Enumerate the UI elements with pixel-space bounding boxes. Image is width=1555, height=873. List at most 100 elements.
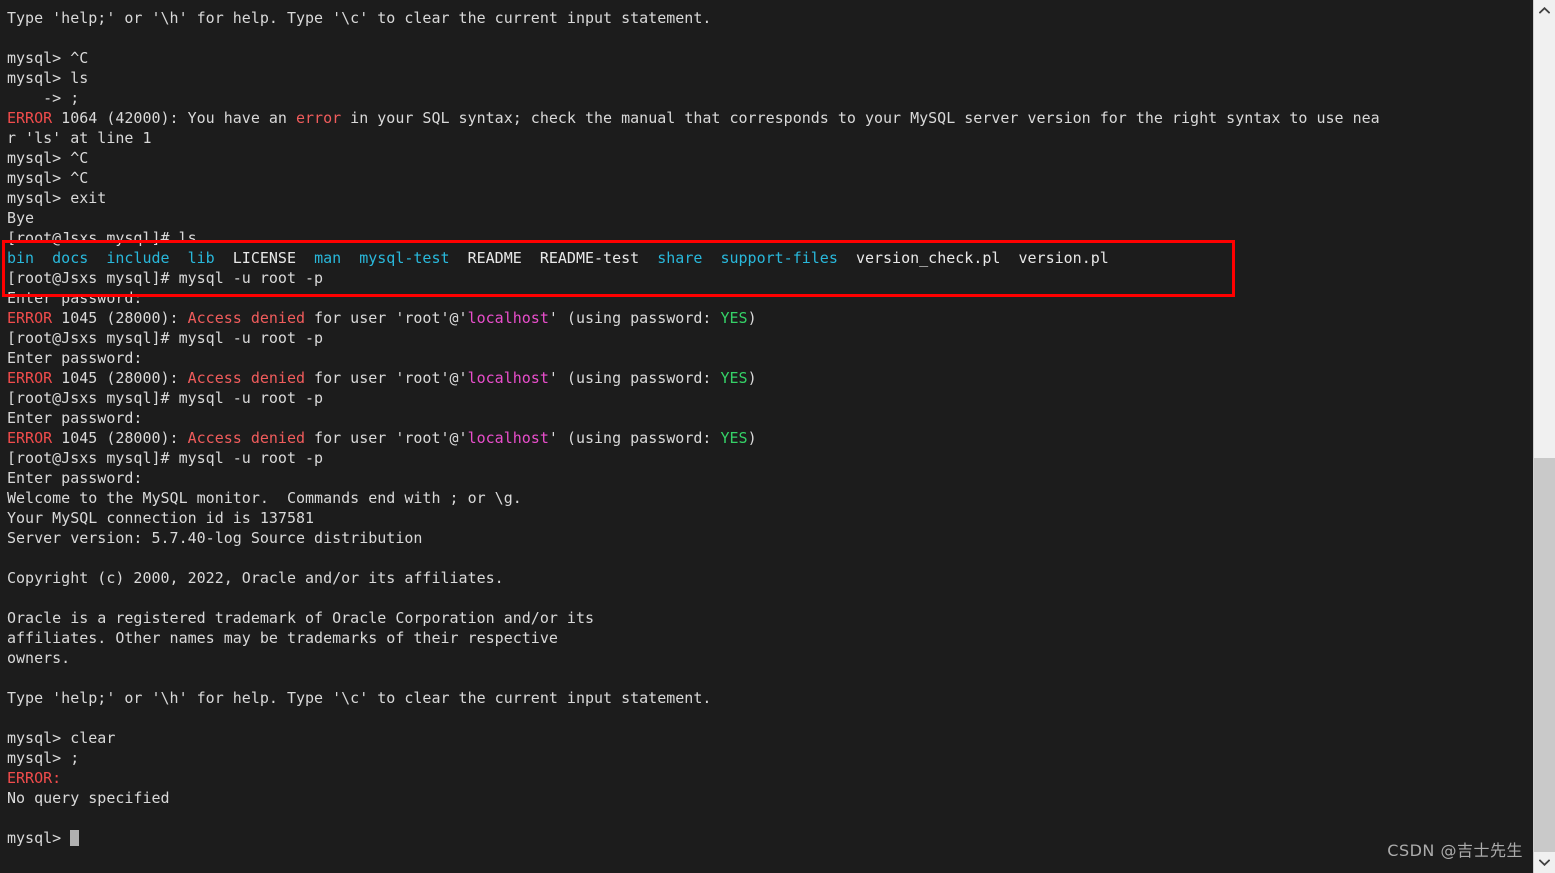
terminal-line: [root@Jsxs mysql]# mysql -u root -p [7, 328, 1533, 348]
terminal-text: ERROR [7, 369, 53, 387]
terminal-text: LICENSE [232, 249, 296, 267]
terminal-text: [root@Jsxs mysql]# mysql -u root -p [7, 329, 324, 347]
csdn-watermark: CSDN @吉士先生 [1387, 841, 1523, 860]
terminal-line: mysql> ^C [7, 48, 1533, 68]
terminal-text: 1064 (42000): You have an [52, 109, 296, 127]
terminal-text: ERROR [7, 309, 53, 327]
terminal-text: ' (using password: [548, 429, 721, 447]
terminal-text: localhost [467, 309, 549, 327]
terminal-text: Enter password: [7, 469, 143, 487]
scroll-down-arrow-icon[interactable] [1534, 852, 1555, 873]
terminal-text: Enter password: [7, 289, 143, 307]
terminal-line: [root@Jsxs mysql]# ls [7, 228, 1533, 248]
scrollbar-track[interactable] [1534, 21, 1555, 852]
terminal-text: ) [747, 429, 757, 447]
terminal-text: YES [720, 309, 748, 327]
terminal-line: mysql> ^C [7, 148, 1533, 168]
terminal-text: ERROR [7, 109, 53, 127]
terminal-text: YES [720, 369, 748, 387]
terminal-text: mysql> ls [7, 69, 89, 87]
terminal-text: Type 'help;' or '\h' for help. Type '\c'… [7, 689, 712, 707]
terminal-window: Type 'help;' or '\h' for help. Type '\c'… [0, 0, 1555, 873]
terminal-line: [root@Jsxs mysql]# mysql -u root -p [7, 448, 1533, 468]
terminal-text: Server version: 5.7.40-log Source distri… [7, 529, 423, 547]
terminal-line: ERROR 1045 (28000): Access denied for us… [7, 308, 1533, 328]
terminal-text: mysql> ; [7, 749, 80, 767]
terminal-text: share [657, 249, 703, 267]
terminal-text: mysql> ^C [7, 169, 89, 187]
terminal-line: affiliates. Other names may be trademark… [7, 628, 1533, 648]
terminal-line: bin docs include lib LICENSE man mysql-t… [7, 248, 1533, 268]
terminal-text: ' (using password: [548, 369, 721, 387]
terminal-text: Access denied [187, 369, 306, 387]
terminal-text: Type 'help;' or '\h' for help. Type '\c'… [7, 9, 712, 27]
terminal-text: support-files [720, 249, 838, 267]
terminal-text: -> ; [7, 89, 80, 107]
terminal-line: Type 'help;' or '\h' for help. Type '\c'… [7, 8, 1533, 28]
terminal-text: version_check.pl [855, 249, 1001, 267]
terminal-line: Enter password: [7, 468, 1533, 488]
terminal-text: No query specified [7, 789, 170, 807]
terminal-text: Access denied [187, 309, 306, 327]
terminal-line: No query specified [7, 788, 1533, 808]
terminal-text: 1045 (28000): [52, 429, 188, 447]
terminal-text: 1045 (28000): [52, 309, 188, 327]
terminal-text: ERROR: [7, 769, 62, 787]
terminal-line: mysql> ^C [7, 168, 1533, 188]
terminal-text: error [296, 109, 342, 127]
scrollbar-thumb[interactable] [1534, 458, 1555, 852]
terminal-line: Enter password: [7, 408, 1533, 428]
terminal-output[interactable]: Type 'help;' or '\h' for help. Type '\c'… [0, 0, 1533, 873]
vertical-scrollbar[interactable] [1533, 0, 1555, 873]
terminal-text: Copyright (c) 2000, 2022, Oracle and/or … [7, 569, 504, 587]
terminal-text: ) [747, 369, 757, 387]
terminal-text: lib [187, 249, 215, 267]
terminal-text: Welcome to the MySQL monitor. Commands e… [7, 489, 522, 507]
terminal-line: ERROR 1045 (28000): Access denied for us… [7, 428, 1533, 448]
terminal-text: [root@Jsxs mysql]# mysql -u root -p [7, 449, 324, 467]
terminal-text: ) [747, 309, 757, 327]
terminal-line: ERROR 1064 (42000): You have an error in… [7, 108, 1533, 128]
terminal-text: r 'ls' at line 1 [7, 129, 152, 147]
terminal-text: mysql-test [359, 249, 450, 267]
scroll-up-arrow-icon[interactable] [1534, 0, 1555, 21]
terminal-line: Bye [7, 208, 1533, 228]
terminal-text: [root@Jsxs mysql]# ls [7, 229, 197, 247]
terminal-line: Server version: 5.7.40-log Source distri… [7, 528, 1533, 548]
terminal-text: mysql> exit [7, 189, 107, 207]
terminal-text: docs [52, 249, 89, 267]
terminal-text: Your MySQL connection id is 137581 [7, 509, 315, 527]
terminal-text: mysql> ^C [7, 149, 89, 167]
terminal-text: YES [720, 429, 748, 447]
terminal-text: [root@Jsxs mysql]# mysql -u root -p [7, 269, 324, 287]
terminal-line: Copyright (c) 2000, 2022, Oracle and/or … [7, 568, 1533, 588]
terminal-text: localhost [467, 429, 549, 447]
terminal-text: mysql> ^C [7, 49, 89, 67]
terminal-line: owners. [7, 648, 1533, 668]
terminal-text: mysql> [7, 829, 71, 847]
terminal-text: Enter password: [7, 349, 143, 367]
terminal-text: Bye [7, 209, 35, 227]
terminal-text: Enter password: [7, 409, 143, 427]
terminal-line: mysql> ls [7, 68, 1533, 88]
terminal-text: Oracle is a registered trademark of Orac… [7, 609, 594, 627]
terminal-line: ERROR 1045 (28000): Access denied for us… [7, 368, 1533, 388]
terminal-line: mysql> exit [7, 188, 1533, 208]
terminal-text: man [314, 249, 342, 267]
terminal-text: [root@Jsxs mysql]# mysql -u root -p [7, 389, 324, 407]
terminal-line: ERROR: [7, 768, 1533, 788]
terminal-text: ' (using password: [548, 309, 721, 327]
